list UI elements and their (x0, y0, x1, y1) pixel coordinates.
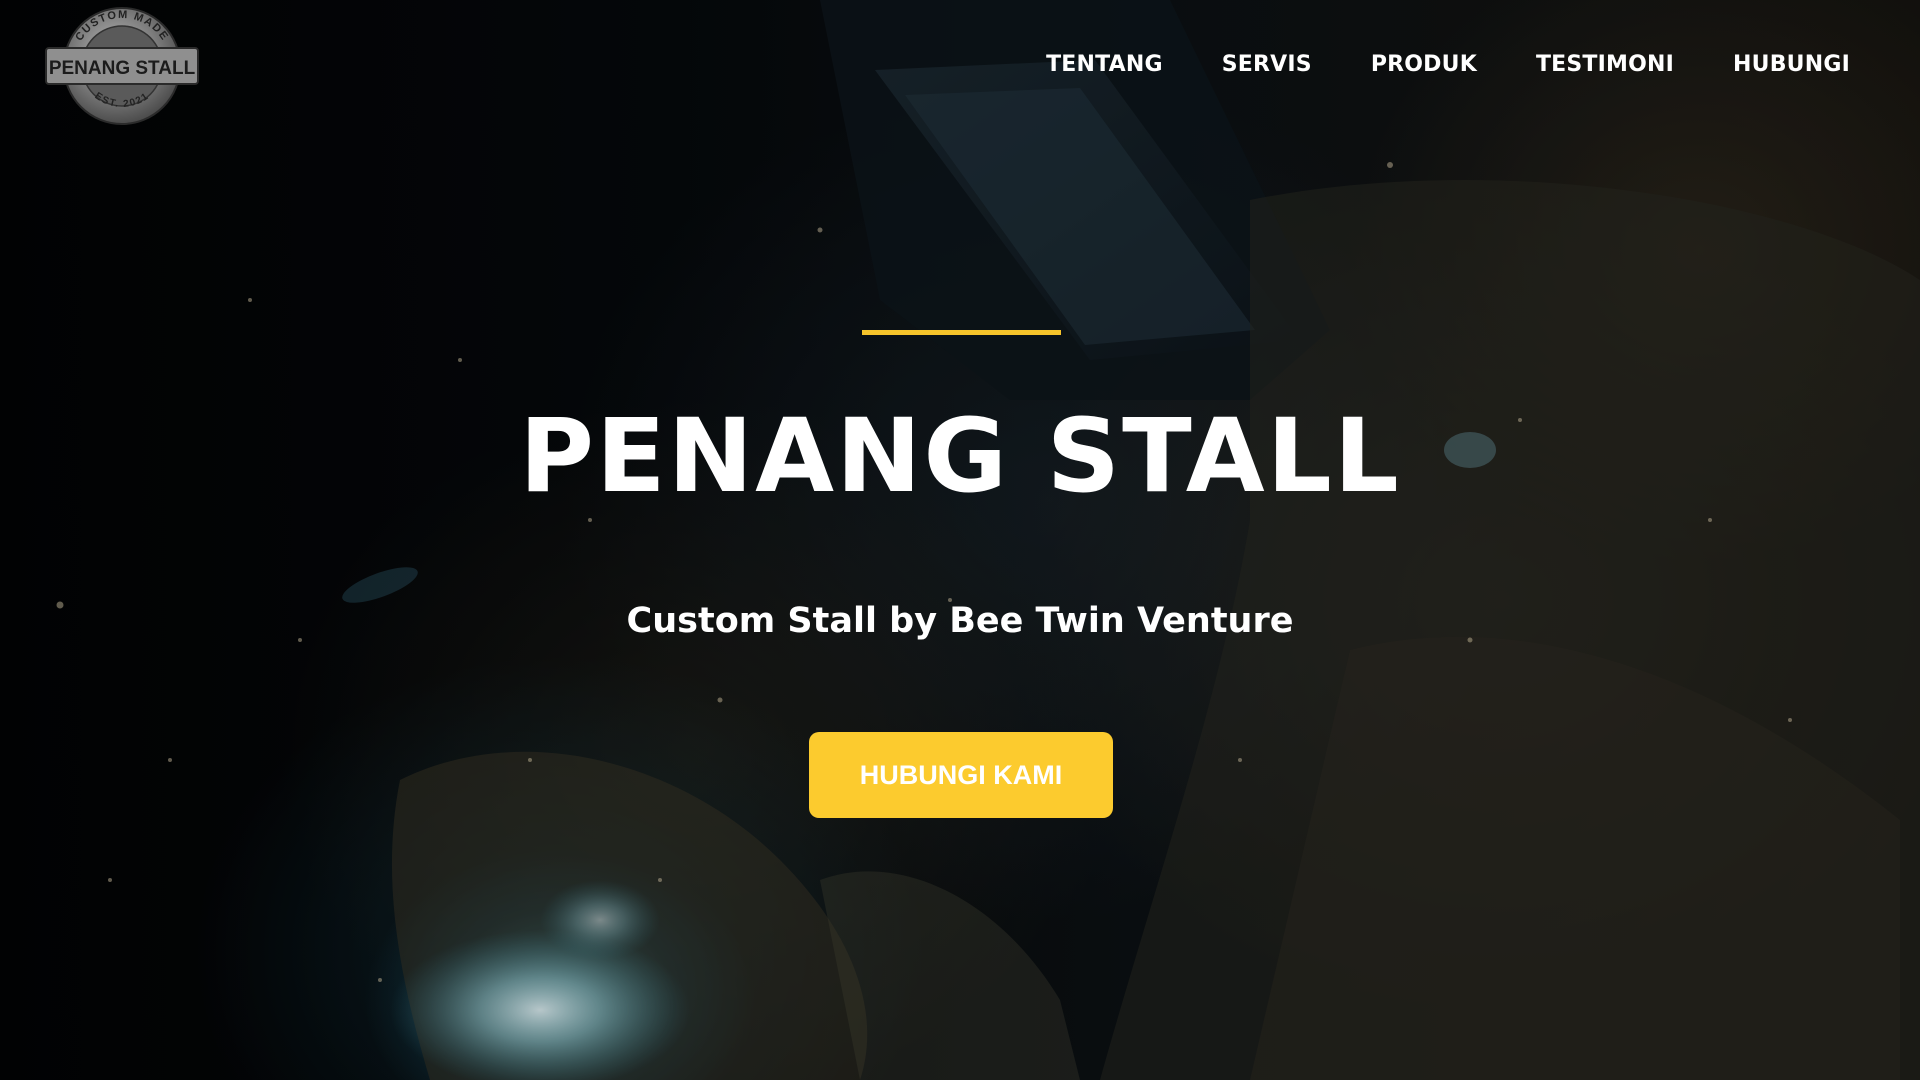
main-nav: TENTANG SERVIS PRODUK TESTIMONI HUBUNGI (987, 48, 1850, 82)
dark-overlay (0, 0, 1920, 1080)
nav-item-servis[interactable]: SERVIS (1222, 48, 1312, 82)
nav-item-produk[interactable]: PRODUK (1371, 48, 1477, 82)
hero-section: CUSTOM MADE PENANG STALL EST. 2021 TENTA… (0, 0, 1920, 1080)
title-accent-line (862, 330, 1061, 335)
contact-us-button[interactable]: HUBUNGI KAMI (809, 732, 1113, 818)
nav-item-tentang[interactable]: TENTANG (1046, 48, 1163, 82)
logo-main-text: PENANG STALL (49, 58, 196, 79)
nav-item-testimoni[interactable]: TESTIMONI (1536, 48, 1674, 82)
hero-subtitle: Custom Stall by Bee Twin Venture (626, 601, 1294, 641)
nav-item-hubungi[interactable]: HUBUNGI (1733, 48, 1850, 82)
hero-title: PENANG STALL (519, 397, 1401, 516)
logo-badge-icon: CUSTOM MADE PENANG STALL EST. 2021 (45, 7, 199, 125)
logo[interactable]: CUSTOM MADE PENANG STALL EST. 2021 (44, 4, 200, 128)
